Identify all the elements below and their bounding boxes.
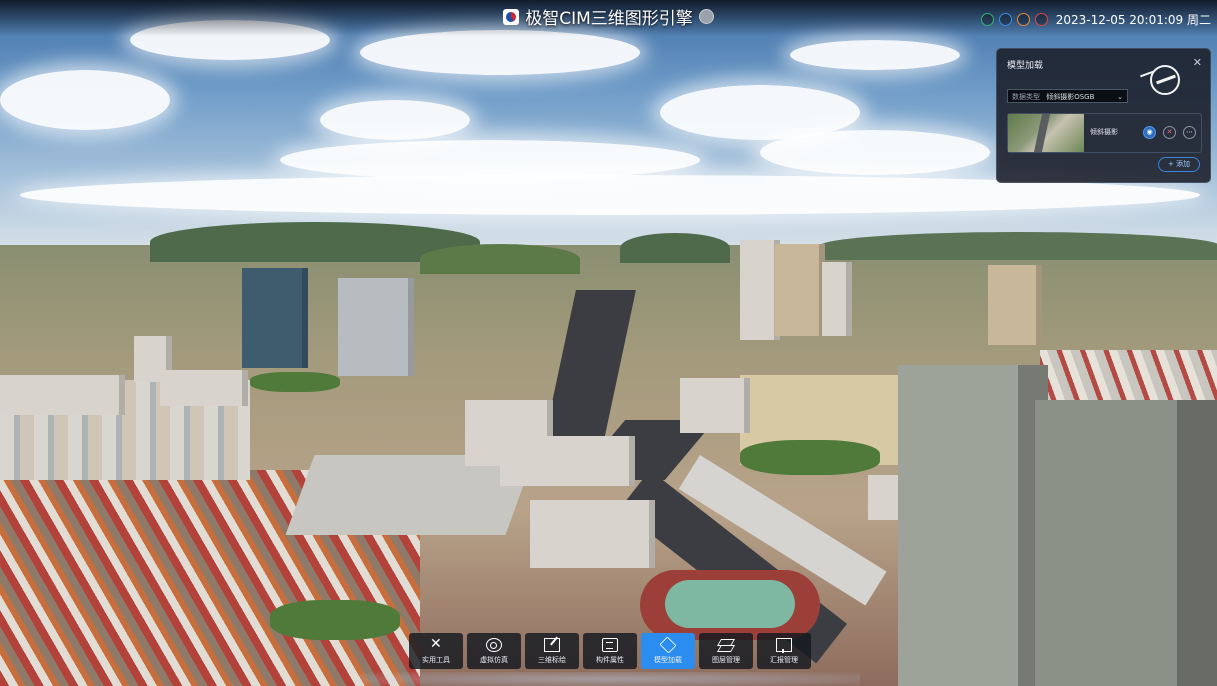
parking-lot [285, 455, 535, 535]
cloud [320, 100, 470, 140]
report-icon [776, 637, 792, 653]
tower [988, 265, 1042, 345]
tool-label: 图层管理 [712, 655, 740, 664]
tool-model-loading[interactable]: 模型加载 [641, 633, 695, 669]
datetime: 2023-12-05 20:01:09 周二 [1055, 13, 1211, 27]
plot-icon [544, 637, 560, 652]
tool-label: 实用工具 [422, 655, 450, 664]
cloud [790, 40, 960, 70]
app-logo-icon [503, 8, 520, 25]
app-title: 极智CIM三维图形引擎 [525, 9, 693, 29]
mountain [620, 233, 730, 263]
app-title-group: 极智CIM三维图形引擎 [503, 4, 714, 29]
attribute-icon [602, 637, 618, 652]
cloud [280, 140, 700, 180]
foreground-tower [1035, 400, 1217, 686]
tool-attributes[interactable]: 构件属性 [583, 633, 637, 669]
save-icon[interactable] [998, 13, 1012, 26]
foreground-tower [898, 365, 1048, 686]
tool-label: 构件属性 [596, 655, 624, 664]
tree-cluster [250, 372, 340, 392]
tool-simulation[interactable]: 虚拟仿真 [467, 633, 521, 669]
top-bar: 极智CIM三维图形引擎 2023-12-05 20:01:09 周二 [0, 0, 1217, 36]
mountain [420, 244, 580, 274]
tool-plot[interactable]: 三维标绘 [525, 633, 579, 669]
tool-layers[interactable]: 图层管理 [699, 633, 753, 669]
more-icon[interactable]: ⋯ [1183, 126, 1196, 139]
model-list-item[interactable]: 倾斜摄影 ◉ ✕ ⋯ [1007, 113, 1202, 153]
tool-utilities[interactable]: 实用工具 [409, 633, 463, 669]
home-icon[interactable] [1016, 13, 1030, 26]
tree-cluster [270, 600, 400, 640]
delete-icon[interactable]: ✕ [1163, 126, 1176, 139]
tower [775, 244, 825, 336]
locate-icon[interactable]: ◉ [1143, 126, 1156, 139]
bottom-toolbar: 实用工具 虚拟仿真 三维标绘 构件属性 模型加载 图层管理 汇报管理 [409, 633, 811, 669]
close-icon[interactable]: ✕ [1193, 56, 1202, 69]
data-type-value: 倾斜摄影OSGB [1046, 93, 1095, 101]
data-type-label: 数据类型 [1012, 93, 1040, 101]
building [500, 436, 635, 486]
layers-icon [718, 638, 734, 652]
model-loading-panel: 模型加载 ✕ 数据类型 倾斜摄影OSGB ⌄ 倾斜摄影 ◉ ✕ ⋯ + 添加 [996, 48, 1211, 183]
cloud [360, 30, 640, 75]
tower [740, 240, 780, 340]
building [160, 370, 248, 406]
add-model-button[interactable]: + 添加 [1158, 157, 1200, 172]
chevron-down-icon: ⌄ [1117, 93, 1123, 101]
panel-title: 模型加载 [1007, 61, 1044, 71]
tool-report[interactable]: 汇报管理 [757, 633, 811, 669]
status-area: 2023-12-05 20:01:09 周二 [980, 11, 1211, 28]
mountain [820, 232, 1217, 260]
model-icon [659, 636, 677, 653]
building [680, 378, 750, 433]
shield-icon[interactable] [980, 13, 994, 26]
building [530, 500, 655, 568]
tool-label: 虚拟仿真 [480, 655, 508, 664]
tool-label: 三维标绘 [538, 655, 566, 664]
cloud [0, 70, 170, 130]
sports-field-inner [665, 580, 795, 628]
tower [822, 262, 852, 336]
cloud [760, 130, 990, 175]
compass-icon[interactable] [1150, 65, 1180, 95]
info-icon[interactable] [698, 9, 714, 24]
tools-icon [428, 636, 444, 652]
model-name: 倾斜摄影 [1090, 128, 1118, 136]
data-type-select[interactable]: 数据类型 倾斜摄影OSGB ⌄ [1007, 89, 1128, 103]
model-thumbnail [1008, 114, 1084, 152]
tool-label: 模型加载 [654, 655, 682, 664]
toolbar-glow [360, 672, 860, 686]
tool-label: 汇报管理 [770, 655, 798, 664]
trash-icon[interactable] [1034, 13, 1048, 26]
simulation-icon [486, 637, 502, 652]
tree-cluster [740, 440, 880, 475]
tower [338, 278, 414, 376]
tower [242, 268, 308, 368]
building [0, 375, 125, 415]
